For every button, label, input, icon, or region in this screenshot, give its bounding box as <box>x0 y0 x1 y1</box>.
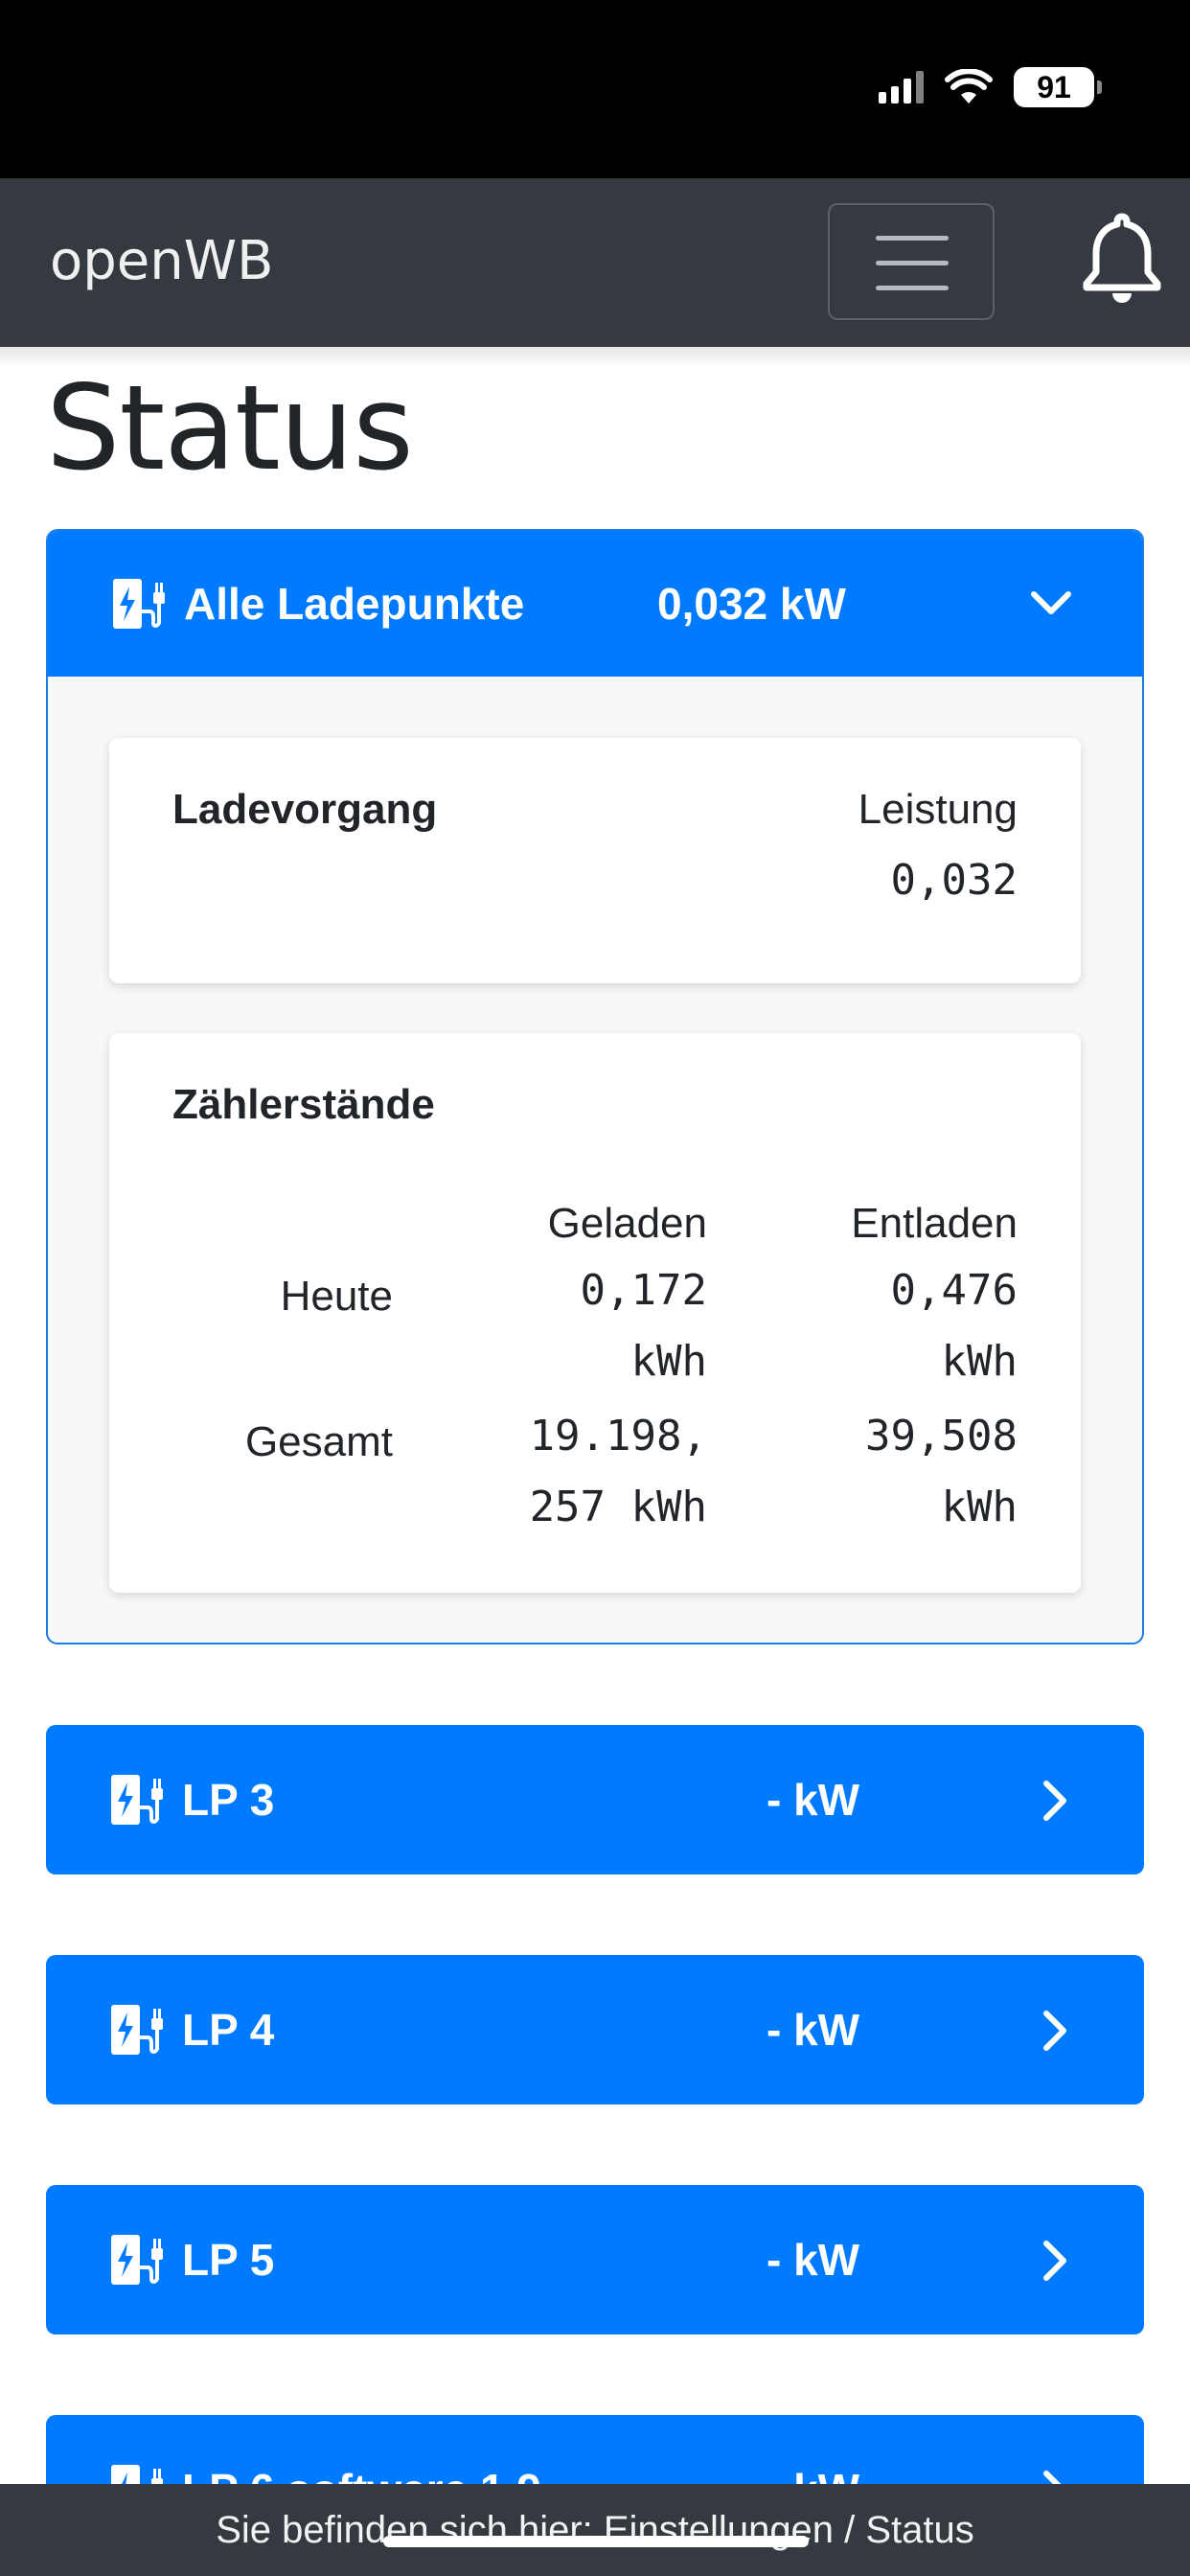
col-discharged-header: Entladen <box>851 1200 1018 1247</box>
total-discharged-value: 39,508 <box>865 1412 1018 1460</box>
charging-station-icon <box>113 579 165 629</box>
power-label: Leistung <box>858 786 1018 833</box>
today-label: Heute <box>280 1273 393 1320</box>
all-chargepoints-power: 0,032 kW <box>657 579 846 629</box>
charging-station-icon <box>111 1775 163 1825</box>
today-charged-unit: kWh <box>630 1337 707 1386</box>
cellular-signal-icon <box>879 71 924 104</box>
wifi-icon <box>945 69 993 104</box>
today-charged-value: 0,172 <box>580 1266 707 1315</box>
all-chargepoints-card: Alle Ladepunkte 0,032 kW Ladevorgang Lei… <box>46 529 1144 1644</box>
total-label: Gesamt <box>244 1418 393 1465</box>
top-navbar: openWB <box>0 178 1190 347</box>
chevron-right-icon <box>1043 1781 1066 1821</box>
breadcrumb-footer: Sie befinden sich hier: Einstellungen / … <box>0 2484 1190 2576</box>
battery-icon: 91 <box>1014 67 1102 107</box>
chargepoint-power: - kW <box>767 2005 860 2055</box>
counters-panel-title: Zählerstände <box>172 1081 435 1128</box>
col-charged-header: Geladen <box>547 1200 707 1247</box>
chargepoint-card-lp4[interactable]: LP 4 - kW <box>46 1955 1144 2104</box>
chevron-right-icon <box>1043 2241 1066 2281</box>
chargepoint-name: LP 5 <box>182 2235 275 2285</box>
chargepoint-card-lp5[interactable]: LP 5 - kW <box>46 2185 1144 2334</box>
power-value: 0,032 <box>890 856 1018 905</box>
chevron-down-icon[interactable] <box>1029 586 1073 621</box>
chargepoint-name: LP 4 <box>182 2005 275 2055</box>
charging-station-icon <box>111 2235 163 2285</box>
counters-panel: Zählerstände Geladen Entladen Heute 0,17… <box>109 1033 1081 1593</box>
total-discharged-unit: kWh <box>941 1483 1018 1531</box>
hamburger-icon <box>876 236 949 241</box>
menu-toggle-button[interactable] <box>828 203 995 320</box>
charging-station-icon <box>111 2005 163 2055</box>
device-status-bar: 91 <box>0 0 1190 178</box>
all-chargepoints-title: Alle Ladepunkte <box>184 579 525 629</box>
today-discharged-unit: kWh <box>941 1337 1018 1386</box>
chargepoint-power: - kW <box>767 1775 860 1825</box>
charge-panel: Ladevorgang Leistung 0,032 <box>109 738 1081 983</box>
today-discharged-value: 0,476 <box>890 1266 1018 1315</box>
brand-logo[interactable]: openWB <box>50 230 274 292</box>
home-indicator[interactable] <box>383 2536 809 2547</box>
page-title: Status <box>46 360 414 496</box>
charge-panel-title: Ladevorgang <box>172 786 438 833</box>
total-charged-unit: 257 kWh <box>529 1483 707 1531</box>
all-chargepoints-header[interactable]: Alle Ladepunkte 0,032 kW <box>48 531 1142 677</box>
total-charged-value: 19.198, <box>529 1412 707 1460</box>
chargepoint-name: LP 3 <box>182 1775 275 1825</box>
chargepoint-power: - kW <box>767 2235 860 2285</box>
chevron-right-icon <box>1043 2011 1066 2051</box>
bell-icon[interactable] <box>1081 211 1163 307</box>
chargepoint-card-lp3[interactable]: LP 3 - kW <box>46 1725 1144 1874</box>
